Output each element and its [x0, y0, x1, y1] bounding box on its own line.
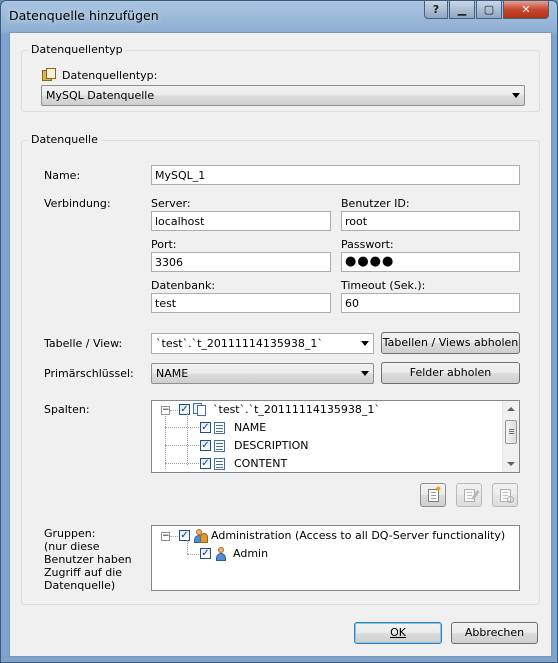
- password-field[interactable]: ●●●●: [341, 252, 520, 272]
- column-icon: [214, 422, 225, 434]
- help-button[interactable]: ?: [424, 1, 448, 19]
- checkbox-checked[interactable]: ✓: [179, 404, 190, 415]
- table-icon: [193, 403, 207, 416]
- datasource-group: Datenquelle Name: MySQL_1 Verbindung: Se…: [21, 133, 540, 605]
- chevron-down-icon: [361, 341, 369, 346]
- tree-item[interactable]: ✓ CONTENT: [152, 456, 492, 472]
- primary-key-select[interactable]: NAME: [151, 363, 374, 384]
- datasource-legend: Datenquelle: [28, 133, 101, 146]
- scroll-up-icon[interactable]: [507, 407, 515, 411]
- name-field[interactable]: MySQL_1: [151, 165, 520, 185]
- database-label: Datenbank:: [151, 279, 216, 292]
- tree-item-label: CONTENT: [234, 457, 288, 470]
- source-type-select[interactable]: MySQL Datenquelle: [41, 85, 525, 106]
- minimize-button[interactable]: ▁: [449, 1, 475, 19]
- source-type-label: Datenquellentyp:: [62, 69, 158, 82]
- window-title: Datenquelle hinzufügen: [9, 8, 159, 23]
- tree-item[interactable]: ✓ DESCRIPTION: [152, 438, 492, 454]
- checkbox-checked[interactable]: ✓: [179, 530, 190, 541]
- source-type-value: MySQL Datenquelle: [46, 89, 155, 102]
- column-icon: [214, 458, 225, 470]
- tree-item[interactable]: ✓ NAME: [152, 420, 492, 436]
- columns-tree[interactable]: − ✓ `test`.`t_20111114135938_1` ✓ NAME ✓: [151, 400, 520, 473]
- source-type-legend: Datenquellentyp: [28, 43, 126, 56]
- checkbox-checked[interactable]: ✓: [200, 458, 211, 469]
- table-view-select[interactable]: `test`.`t_20111114135938_1`: [151, 333, 374, 354]
- primary-key-value: NAME: [156, 367, 189, 380]
- groups-tree[interactable]: − ✓ Administration (Access to all DQ-Ser…: [151, 525, 520, 591]
- close-button[interactable]: ✕: [503, 1, 549, 19]
- add-column-button[interactable]: ✷: [420, 483, 446, 507]
- port-field[interactable]: 3306: [151, 252, 331, 272]
- fetch-tables-button[interactable]: Tabellen / Views abholen: [381, 332, 520, 354]
- ok-button[interactable]: OK: [354, 622, 442, 644]
- timeout-field[interactable]: 60: [341, 293, 520, 313]
- scroll-thumb[interactable]: [505, 420, 517, 444]
- server-field[interactable]: localhost: [151, 211, 331, 231]
- datasource-icon: [42, 68, 56, 82]
- maximize-button[interactable]: ▢: [476, 1, 502, 19]
- title-bar[interactable]: Datenquelle hinzufügen ? ▁ ▢ ✕: [1, 1, 557, 31]
- tree-root-label: `test`.`t_20111114135938_1`: [213, 403, 380, 416]
- chevron-down-icon: [512, 93, 520, 98]
- magnifier-icon: [507, 496, 514, 503]
- star-icon: ✷: [434, 485, 442, 495]
- tree-item-label: DESCRIPTION: [234, 439, 309, 452]
- tree-root-node[interactable]: − ✓ Administration (Access to all DQ-Ser…: [152, 528, 512, 544]
- columns-label: Spalten:: [44, 403, 90, 416]
- primary-key-label: Primärschlüssel:: [44, 367, 134, 380]
- tree-root-node[interactable]: − ✓ `test`.`t_20111114135938_1`: [152, 402, 502, 418]
- edit-column-button[interactable]: [456, 483, 482, 507]
- user-icon: [214, 547, 228, 561]
- user-id-field[interactable]: root: [341, 211, 520, 231]
- source-type-group: Datenquellentyp Datenquellentyp: MySQL D…: [21, 43, 540, 112]
- table-view-value: `test`.`t_20111114135938_1`: [156, 337, 323, 350]
- port-label: Port:: [151, 238, 177, 251]
- tree-item-label: NAME: [234, 421, 267, 434]
- vertical-scrollbar[interactable]: [502, 401, 519, 472]
- fetch-fields-button[interactable]: Felder abholen: [381, 362, 520, 384]
- dialog-window: Datenquelle hinzufügen ? ▁ ▢ ✕ Datenquel…: [0, 0, 558, 663]
- password-label: Passwort:: [341, 238, 394, 251]
- groups-label: Gruppen: (nur diese Benutzer haben Zugri…: [44, 527, 132, 592]
- scroll-down-icon[interactable]: [507, 462, 515, 466]
- collapse-icon[interactable]: −: [161, 406, 170, 415]
- server-label: Server:: [151, 197, 191, 210]
- checkbox-checked[interactable]: ✓: [200, 548, 211, 559]
- table-view-label: Tabelle / View:: [44, 337, 123, 350]
- connection-label: Verbindung:: [44, 197, 111, 210]
- view-column-button[interactable]: [492, 483, 518, 507]
- chevron-down-icon: [361, 371, 369, 376]
- tree-root-label: Administration (Access to all DQ-Server …: [211, 529, 506, 542]
- user-id-label: Benutzer ID:: [341, 197, 410, 210]
- tree-item-label: Admin: [233, 547, 269, 560]
- dialog-client-area: Datenquellentyp Datenquellentyp: MySQL D…: [9, 32, 552, 657]
- database-field[interactable]: test: [151, 293, 331, 313]
- checkbox-checked[interactable]: ✓: [200, 422, 211, 433]
- cancel-button[interactable]: Abbrechen: [451, 622, 538, 644]
- checkbox-checked[interactable]: ✓: [200, 440, 211, 451]
- user-group-icon: [192, 529, 208, 543]
- column-icon: [214, 440, 225, 452]
- collapse-icon[interactable]: −: [161, 532, 170, 541]
- tree-item[interactable]: ✓ Admin: [152, 546, 492, 562]
- name-label: Name:: [44, 169, 81, 182]
- ok-button-label: OK: [390, 626, 406, 639]
- timeout-label: Timeout (Sek.):: [341, 279, 426, 292]
